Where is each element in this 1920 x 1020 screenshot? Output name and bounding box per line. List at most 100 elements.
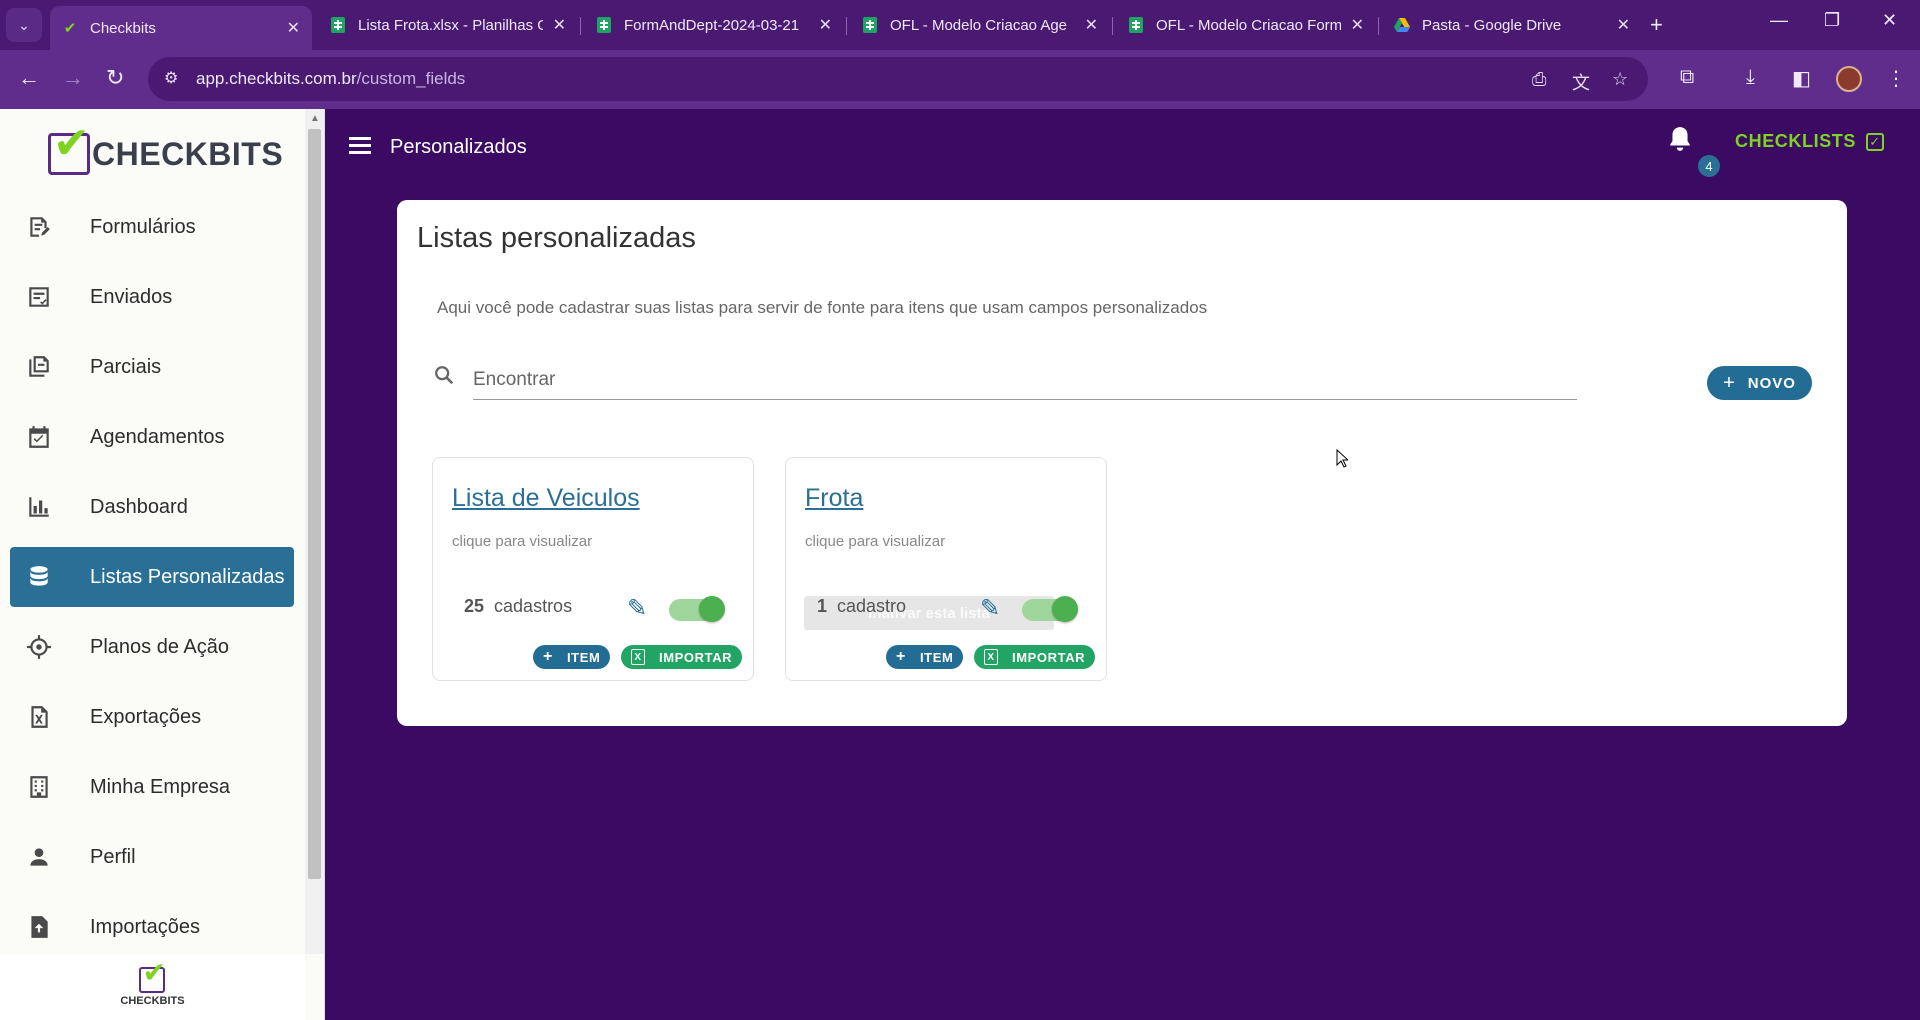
- side-panel-icon[interactable]: ◧: [1792, 66, 1811, 91]
- excel-icon: X: [631, 649, 645, 665]
- sheets-favicon-icon: [862, 17, 878, 33]
- list-name-link[interactable]: Lista de Veiculos: [452, 484, 640, 513]
- address-bar[interactable]: ⚙ app.checkbits.com.br/custom_fields ⎙ 文…: [148, 57, 1648, 101]
- close-tab-icon[interactable]: ✕: [553, 15, 566, 35]
- install-app-icon[interactable]: ⎙: [1532, 69, 1546, 90]
- translate-icon[interactable]: 文: [1572, 69, 1590, 95]
- browser-menu-icon[interactable]: ⋮: [1886, 66, 1906, 91]
- site-settings-icon[interactable]: ⚙: [164, 68, 178, 88]
- sidebar: ✔ CHECKBITS Formulários Enviados Parciai…: [0, 109, 325, 1020]
- close-tab-icon[interactable]: ✕: [287, 18, 300, 38]
- sidebar-item-listas-personalizadas[interactable]: Listas Personalizadas: [10, 547, 294, 607]
- tab-separator: [1112, 17, 1113, 35]
- checklists-link[interactable]: CHECKLISTS ✓: [1735, 131, 1885, 152]
- list-card-frota[interactable]: Frota clique para visualizar Inativar es…: [785, 457, 1107, 681]
- checkbits-logo[interactable]: ✔ CHECKBITS: [48, 122, 283, 175]
- edit-pencil-icon[interactable]: ✎: [627, 594, 647, 623]
- browser-tab-checkbits[interactable]: ✔ Checkbits ✕: [50, 6, 312, 50]
- sidebar-item-planos-de-acao[interactable]: Planos de Ação: [10, 617, 294, 677]
- checkbox-checked-icon: ✓: [1866, 132, 1885, 151]
- url-path: /custom_fields: [356, 69, 466, 88]
- person-icon: [24, 842, 54, 872]
- extensions-puzzle-icon[interactable]: ⧉: [1680, 66, 1694, 89]
- forward-arrow-icon[interactable]: →: [62, 65, 84, 91]
- list-card-lista-de-veiculos[interactable]: Lista de Veiculos clique para visualizar…: [432, 457, 754, 681]
- excel-file-icon: [24, 702, 54, 732]
- bookmark-star-icon[interactable]: ☆: [1612, 69, 1628, 90]
- sidebar-item-exportacoes[interactable]: Exportações: [10, 687, 294, 747]
- minimize-window-icon[interactable]: —: [1770, 10, 1788, 31]
- sidebar-item-formularios[interactable]: Formulários: [10, 197, 294, 257]
- bar-chart-icon: [24, 492, 54, 522]
- sidebar-item-minha-empresa[interactable]: Minha Empresa: [10, 757, 294, 817]
- import-button[interactable]: X IMPORTAR: [974, 645, 1096, 669]
- custom-lists-card: Listas personalizadas Aqui você pode cad…: [397, 200, 1847, 726]
- sidebar-item-dashboard[interactable]: Dashboard: [10, 477, 294, 537]
- card-description: Aqui você pode cadastrar suas listas par…: [437, 298, 1208, 317]
- browser-tab-google-drive[interactable]: Pasta - Google Drive ✕: [1382, 6, 1642, 44]
- sidebar-menu: Formulários Enviados Parciais Agendament…: [10, 197, 294, 967]
- sidebar-item-perfil[interactable]: Perfil: [10, 827, 294, 887]
- add-item-button[interactable]: + ITEM: [533, 645, 611, 669]
- toggle-knob: [699, 596, 725, 622]
- card-title: Listas personalizadas: [417, 222, 696, 254]
- list-subtitle: clique para visualizar: [805, 533, 946, 550]
- form-edit-icon: [24, 212, 54, 242]
- close-tab-icon[interactable]: ✕: [1085, 15, 1098, 35]
- add-item-button[interactable]: + ITEM: [886, 645, 964, 669]
- checkbits-favicon-icon: ✔: [63, 20, 77, 37]
- restore-window-icon[interactable]: ❐: [1824, 10, 1840, 31]
- browser-tab-formanddept[interactable]: FormAndDept-2024-03-21 ✕: [584, 6, 844, 44]
- close-tab-icon[interactable]: ✕: [1351, 15, 1364, 35]
- import-button[interactable]: X IMPORTAR: [621, 645, 743, 669]
- back-arrow-icon[interactable]: ←: [18, 65, 40, 91]
- notification-bell-icon[interactable]: [1667, 125, 1693, 160]
- file-upload-icon: [24, 912, 54, 942]
- list-subtitle: clique para visualizar: [452, 533, 593, 550]
- list-name-link[interactable]: Frota: [805, 484, 863, 513]
- chevron-down-icon: ⌄: [18, 16, 30, 33]
- scroll-up-arrow-icon[interactable]: ▲: [310, 113, 320, 124]
- sidebar-item-importacoes[interactable]: Importações: [10, 897, 294, 957]
- tab-separator: [1378, 17, 1379, 35]
- sidebar-scrollbar[interactable]: ▲: [305, 109, 324, 954]
- profile-avatar[interactable]: [1836, 66, 1862, 92]
- new-tab-plus-icon[interactable]: +: [1650, 12, 1663, 38]
- new-list-button[interactable]: + NOVO: [1707, 366, 1812, 400]
- plus-icon: +: [543, 648, 553, 665]
- edit-pencil-icon[interactable]: ✎: [980, 594, 1000, 623]
- tab-separator: [846, 17, 847, 35]
- close-window-icon[interactable]: ✕: [1882, 10, 1897, 31]
- page-title: Personalizados: [390, 136, 527, 158]
- close-tab-icon[interactable]: ✕: [819, 15, 832, 35]
- sidebar-footer: ✔ CHECKBITS: [0, 954, 305, 1020]
- sidebar-item-enviados[interactable]: Enviados: [10, 267, 294, 327]
- close-tab-icon[interactable]: ✕: [1617, 15, 1630, 35]
- database-icon: [24, 562, 54, 592]
- hamburger-menu-icon[interactable]: [349, 137, 371, 155]
- reload-icon[interactable]: ↻: [106, 65, 124, 91]
- plus-icon: +: [896, 648, 906, 665]
- footer-logo: ✔ CHECKBITS: [120, 957, 185, 1008]
- browser-toolbar: ← → ↻ ⚙ app.checkbits.com.br/custom_fiel…: [0, 50, 1920, 109]
- browser-tab-strip: ⌄ ✔ Checkbits ✕ Lista Frota.xlsx - Plani…: [0, 0, 1920, 50]
- target-icon: [24, 632, 54, 662]
- browser-tab-ofl-form[interactable]: OFL - Modelo Criacao Form ✕: [1116, 6, 1376, 44]
- toggle-knob: [1052, 596, 1078, 622]
- browser-tab-lista-frota[interactable]: Lista Frota.xlsx - Planilhas G ✕: [318, 6, 578, 44]
- sheets-favicon-icon: [1128, 17, 1144, 33]
- scrollbar-thumb[interactable]: [308, 129, 321, 879]
- tab-search-button[interactable]: ⌄: [6, 8, 42, 42]
- sidebar-item-parciais[interactable]: Parciais: [10, 337, 294, 397]
- app-header: Personalizados 4 CHECKLISTS ✓: [325, 109, 1920, 184]
- logo-check-icon: ✔: [139, 959, 166, 993]
- sheets-favicon-icon: [596, 17, 612, 33]
- sheets-favicon-icon: [330, 17, 346, 33]
- list-active-toggle[interactable]: [669, 596, 725, 622]
- list-active-toggle[interactable]: [1022, 596, 1078, 622]
- search-input[interactable]: [473, 360, 1577, 400]
- tab-separator: [580, 17, 581, 35]
- browser-tab-ofl-agenda[interactable]: OFL - Modelo Criacao Age ✕: [850, 6, 1110, 44]
- sidebar-item-agendamentos[interactable]: Agendamentos: [10, 407, 294, 467]
- download-icon[interactable]: ⤓: [1746, 66, 1755, 89]
